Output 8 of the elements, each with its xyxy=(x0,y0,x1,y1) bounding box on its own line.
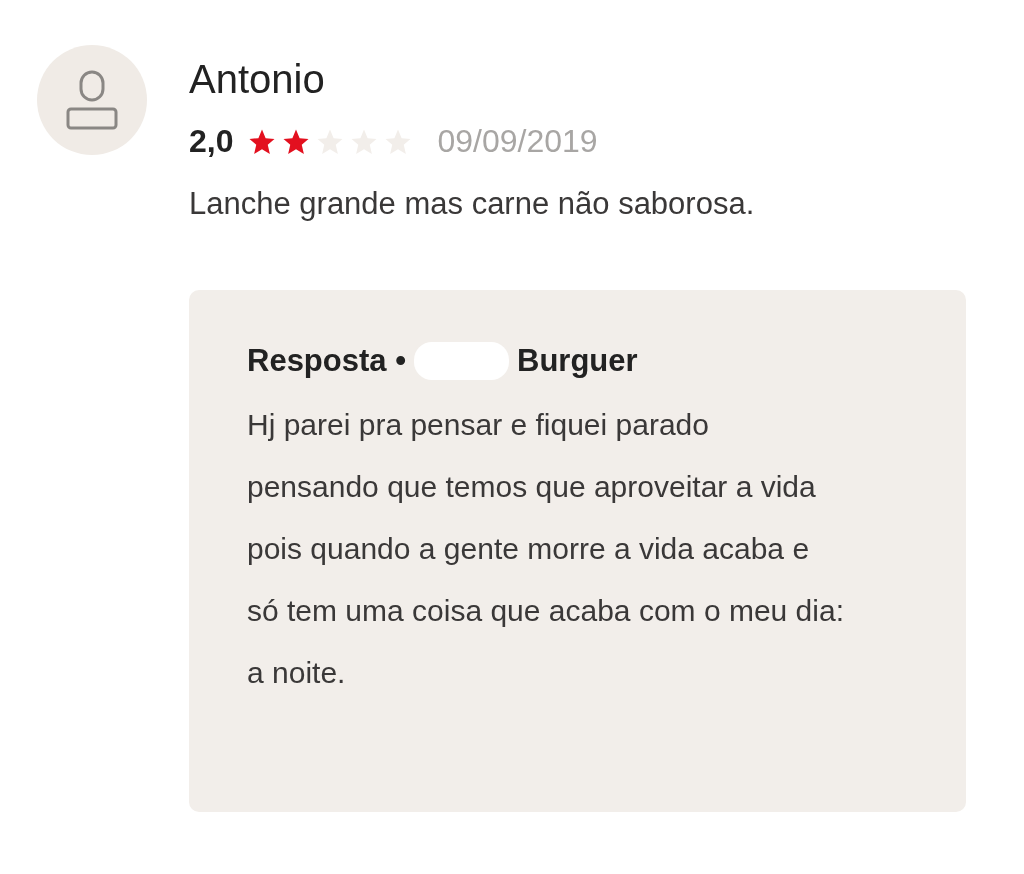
person-icon xyxy=(65,69,119,131)
reply-text: Hj parei pra pensar e fiquei parado pensando que temos que aproveitar a vida pois quando a gente morre a vida acaba e só tem uma coisa que acaba com o meu dia: a noite. xyxy=(247,407,845,691)
rating-value: 2,0 xyxy=(189,123,234,160)
reply-label: Resposta • xyxy=(247,343,406,379)
review-comment: Lanche grande mas carne não saborosa. xyxy=(189,186,756,222)
author-name: Antonio xyxy=(189,56,326,103)
reply-author: Burguer xyxy=(517,343,638,379)
review-date: 09/09/2019 xyxy=(437,123,598,160)
